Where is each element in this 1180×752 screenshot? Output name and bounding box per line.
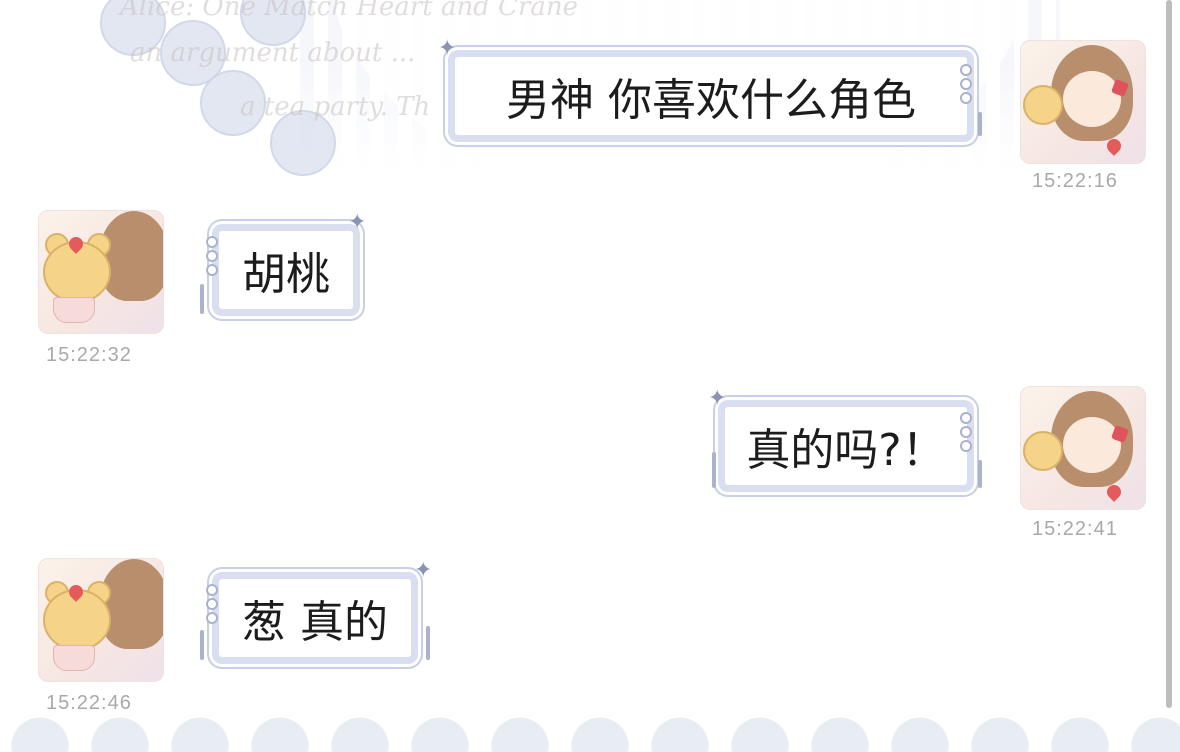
sparkle-icon: ✦: [438, 36, 457, 61]
message-bubble-outgoing[interactable]: 真的吗?！: [718, 400, 974, 492]
chain-decoration: [206, 584, 218, 624]
cup-icon: [53, 645, 95, 671]
bear-icon: [1023, 85, 1063, 125]
dash-decoration: [200, 630, 204, 660]
background-script-text: an argument about ...: [130, 38, 416, 68]
avatar-contact[interactable]: [38, 558, 164, 682]
chain-decoration: [960, 64, 972, 104]
avatar-self[interactable]: [1020, 386, 1146, 510]
message-timestamp: 15:22:16: [1032, 170, 1118, 192]
dash-decoration: [200, 284, 204, 314]
chain-decoration: [206, 236, 218, 276]
cup-icon: [53, 297, 95, 323]
message-timestamp: 15:22:32: [46, 344, 132, 366]
avatar-contact[interactable]: [38, 210, 164, 334]
dash-decoration: [978, 460, 982, 488]
message-text: 男神 你喜欢什么角色: [506, 75, 916, 126]
face-shape: [1063, 417, 1121, 473]
sparkle-icon: ✦: [348, 210, 367, 235]
message-timestamp: 15:22:41: [1032, 518, 1118, 540]
message-text: 真的吗?！: [746, 425, 946, 476]
message-bubble-outgoing[interactable]: 男神 你喜欢什么角色: [448, 50, 974, 142]
hair-shape: [99, 559, 163, 649]
hair-shape: [99, 211, 163, 301]
sparkle-icon: ✦: [708, 386, 727, 411]
dash-decoration: [978, 112, 982, 136]
background-script-text: Alice: One Match Heart and Crane: [120, 0, 579, 22]
bottom-scallop-decoration: [0, 712, 1180, 752]
dash-decoration: [712, 452, 716, 488]
scrollbar[interactable]: [1166, 0, 1172, 708]
bear-icon: [1023, 431, 1063, 471]
face-shape: [1063, 71, 1121, 127]
background-script-text: a tea party. Th: [240, 92, 431, 122]
message-text: 葱 真的: [242, 597, 388, 648]
avatar-self[interactable]: [1020, 40, 1146, 164]
sparkle-icon: ✦: [414, 558, 433, 583]
message-text: 胡桃: [242, 249, 330, 300]
message-bubble-incoming[interactable]: 葱 真的: [212, 572, 418, 664]
message-bubble-incoming[interactable]: 胡桃: [212, 224, 360, 316]
chain-decoration: [960, 412, 972, 452]
dash-decoration: [426, 626, 430, 660]
